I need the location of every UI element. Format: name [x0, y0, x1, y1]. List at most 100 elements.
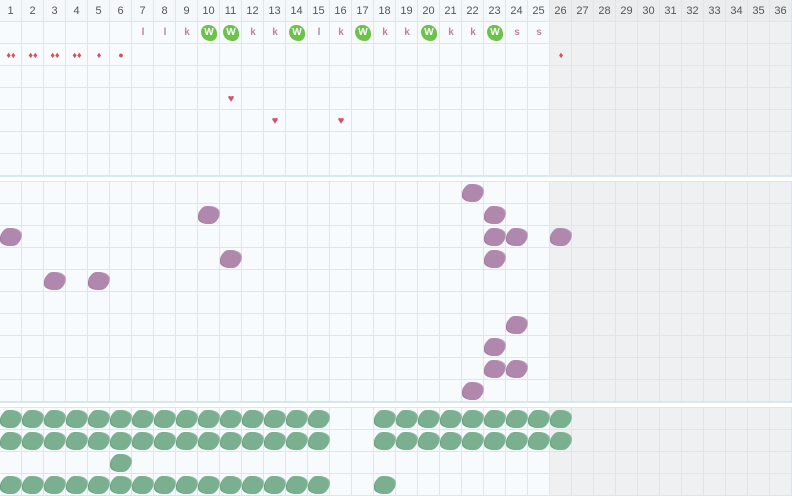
mood-cell[interactable]: [198, 358, 220, 380]
symptoms-cell[interactable]: [132, 88, 154, 110]
activity-mark[interactable]: [441, 410, 461, 428]
symptoms-cell[interactable]: [396, 154, 418, 176]
workout-badge[interactable]: W: [418, 22, 440, 44]
mood-cell[interactable]: [352, 314, 374, 336]
symptoms-cell[interactable]: [616, 88, 638, 110]
day-header-12[interactable]: 12: [242, 0, 264, 22]
mood-cell[interactable]: [528, 226, 550, 248]
activity-cell[interactable]: [572, 474, 594, 496]
symptoms-cell[interactable]: [462, 44, 484, 66]
workout-badge[interactable]: W: [484, 22, 506, 44]
symptoms-cell[interactable]: [220, 110, 242, 132]
mood-cell[interactable]: [462, 292, 484, 314]
activity-letter[interactable]: k: [264, 22, 286, 44]
symptoms-cell[interactable]: [528, 154, 550, 176]
symptoms-cell[interactable]: [88, 110, 110, 132]
symptoms-cell[interactable]: [110, 110, 132, 132]
activity-mark[interactable]: [375, 432, 395, 450]
symptoms-cell[interactable]: [352, 44, 374, 66]
activity-letter[interactable]: l: [308, 22, 330, 44]
symptoms-cell[interactable]: [748, 44, 770, 66]
mood-cell[interactable]: [726, 182, 748, 204]
symptoms-cell[interactable]: [440, 44, 462, 66]
mood-cell[interactable]: [286, 358, 308, 380]
symptoms-cell[interactable]: [616, 132, 638, 154]
mood-cell[interactable]: [550, 380, 572, 402]
symptoms-cell[interactable]: [638, 154, 660, 176]
activity-mark[interactable]: [375, 476, 395, 494]
activity-cell[interactable]: [418, 474, 440, 496]
mood-cell[interactable]: [176, 248, 198, 270]
activity-mark[interactable]: [265, 432, 285, 450]
mood-cell[interactable]: [44, 248, 66, 270]
mood-cell[interactable]: [242, 248, 264, 270]
mood-cell[interactable]: [440, 314, 462, 336]
mood-cell[interactable]: [704, 358, 726, 380]
mood-cell[interactable]: [528, 314, 550, 336]
mood-mark[interactable]: [1, 228, 21, 246]
activity-cell[interactable]: [484, 452, 506, 474]
activity-cell[interactable]: [616, 452, 638, 474]
mood-cell[interactable]: [44, 336, 66, 358]
mood-cell[interactable]: [132, 182, 154, 204]
mood-cell[interactable]: [308, 314, 330, 336]
activity-cell[interactable]: [330, 452, 352, 474]
symptoms-cell[interactable]: [374, 66, 396, 88]
activity-mark[interactable]: [89, 432, 109, 450]
symptoms-cell[interactable]: [572, 132, 594, 154]
symptoms-cell[interactable]: [616, 22, 638, 44]
mood-cell[interactable]: [748, 292, 770, 314]
activity-cell[interactable]: [726, 474, 748, 496]
mood-cell[interactable]: [286, 204, 308, 226]
mood-cell[interactable]: [308, 182, 330, 204]
mood-cell[interactable]: [374, 204, 396, 226]
mood-cell[interactable]: [704, 292, 726, 314]
symptoms-cell[interactable]: [286, 44, 308, 66]
mood-cell[interactable]: [572, 292, 594, 314]
mood-cell[interactable]: [374, 182, 396, 204]
mood-cell[interactable]: [330, 292, 352, 314]
mood-cell[interactable]: [352, 292, 374, 314]
mood-cell[interactable]: [396, 314, 418, 336]
symptoms-cell[interactable]: [682, 66, 704, 88]
mood-cell[interactable]: [748, 204, 770, 226]
symptoms-cell[interactable]: [308, 154, 330, 176]
symptoms-cell[interactable]: [440, 132, 462, 154]
activity-mark[interactable]: [243, 432, 263, 450]
mood-mark[interactable]: [463, 382, 483, 400]
symptoms-cell[interactable]: [572, 154, 594, 176]
activity-cell[interactable]: [308, 452, 330, 474]
mood-cell[interactable]: [308, 270, 330, 292]
mood-cell[interactable]: [242, 314, 264, 336]
activity-cell[interactable]: [462, 452, 484, 474]
symptoms-cell[interactable]: [682, 110, 704, 132]
activity-mark[interactable]: [507, 410, 527, 428]
mood-cell[interactable]: [616, 292, 638, 314]
symptoms-cell[interactable]: [374, 44, 396, 66]
symptoms-cell[interactable]: [66, 66, 88, 88]
symptoms-cell[interactable]: [44, 110, 66, 132]
day-header-9[interactable]: 9: [176, 0, 198, 22]
mood-cell[interactable]: [660, 270, 682, 292]
symptoms-cell[interactable]: [572, 66, 594, 88]
activity-letter[interactable]: k: [242, 22, 264, 44]
mood-cell[interactable]: [0, 204, 22, 226]
mood-cell[interactable]: [550, 292, 572, 314]
mood-mark[interactable]: [485, 250, 505, 268]
mood-cell[interactable]: [66, 380, 88, 402]
mood-cell[interactable]: [462, 248, 484, 270]
activity-cell[interactable]: [594, 452, 616, 474]
activity-cell[interactable]: [132, 452, 154, 474]
symptoms-cell[interactable]: [88, 22, 110, 44]
mood-cell[interactable]: [572, 358, 594, 380]
mood-cell[interactable]: [572, 248, 594, 270]
symptoms-cell[interactable]: [726, 110, 748, 132]
mood-cell[interactable]: [286, 336, 308, 358]
activity-cell[interactable]: [682, 474, 704, 496]
symptoms-cell[interactable]: [352, 154, 374, 176]
mood-cell[interactable]: [396, 380, 418, 402]
day-header-26[interactable]: 26: [550, 0, 572, 22]
symptoms-cell[interactable]: [418, 154, 440, 176]
mood-cell[interactable]: [418, 292, 440, 314]
mood-cell[interactable]: [440, 292, 462, 314]
